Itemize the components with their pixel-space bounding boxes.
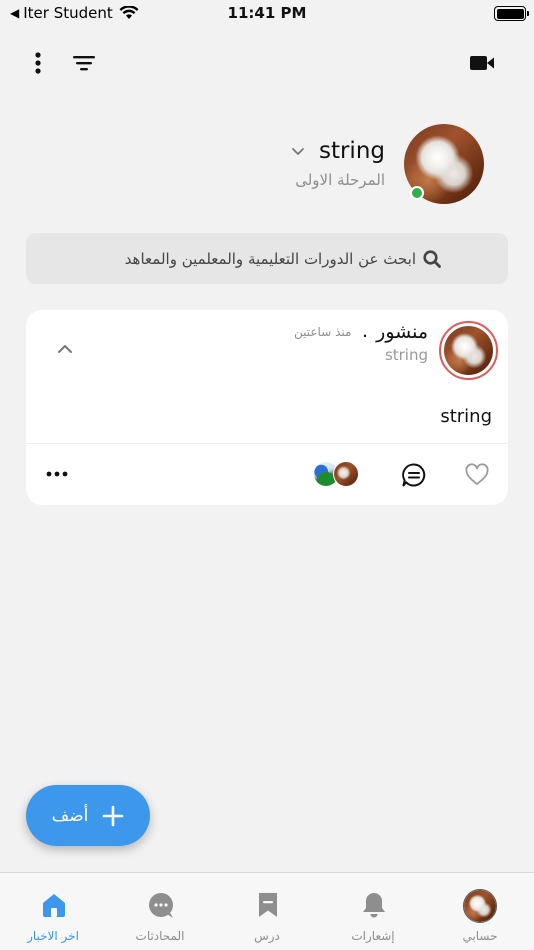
tab-news[interactable]: اخر الاخبار [0,873,106,950]
search-placeholder: ابحث عن الدورات التعليمية والمعلمين والم… [124,249,416,268]
post-timestamp: منذ ساعتين [294,325,352,339]
post-separator: . [362,320,369,342]
avatar [463,889,497,923]
profile-name[interactable]: string [319,138,385,164]
online-status-dot [410,186,424,200]
filter-icon [73,56,95,71]
filter-button[interactable] [70,50,98,76]
chevron-up-icon[interactable] [54,340,76,358]
search-bar[interactable]: ابحث عن الدورات التعليمية والمعلمين والم… [26,233,508,284]
post-card: منشور . منذ ساعتين string string [26,310,508,505]
screen: ◀ Iter Student 11:41 PM string المرحلة ا… [0,0,534,950]
reactions-avatars[interactable] [313,461,361,489]
status-time: 11:41 PM [227,4,307,22]
more-horizontal-icon[interactable] [44,464,70,484]
avatar-photo [444,326,493,375]
chevron-down-icon[interactable] [290,144,306,158]
tab-notifications-label: إشعارات [351,929,395,943]
tab-news-label: اخر الاخبار [27,929,79,943]
plus-icon [103,805,124,826]
tab-chats-label: المحادثات [135,929,185,943]
avatar-photo [464,890,496,922]
search-icon [423,250,441,268]
more-options-button[interactable] [26,50,50,76]
post-body: string [440,406,492,427]
bookmark-icon [259,893,277,917]
tab-lesson[interactable]: درس [214,873,320,950]
home-icon [43,894,65,917]
tab-my-account[interactable]: حسابي [427,873,533,950]
divider [26,443,508,444]
add-button-label: أضف [51,805,89,826]
battery-icon [494,6,529,21]
add-button[interactable]: أضف [26,785,150,846]
video-camera-icon [470,56,494,70]
post-title: منشور [376,321,428,343]
more-vertical-icon [35,52,41,74]
tab-lesson-label: درس [254,929,280,943]
heart-icon[interactable] [464,462,490,488]
status-bar: ◀ Iter Student 11:41 PM [0,0,534,28]
post-author-name[interactable]: string [385,346,428,364]
post-author-avatar[interactable] [439,321,498,380]
tab-notifications[interactable]: إشعارات [320,873,426,950]
chat-bubble-icon [149,893,173,918]
bell-icon [363,893,385,918]
bottom-tab-bar: اخر الاخبار المحادثات درس إشعارات حسابي [0,872,534,950]
video-call-button[interactable] [466,50,498,76]
tab-my-account-label: حسابي [462,929,498,943]
profile-stage: المرحلة الاولى [295,171,385,189]
tab-chats[interactable]: المحادثات [107,873,213,950]
reactor-avatar [333,461,359,487]
comment-icon[interactable] [401,462,427,488]
profile-avatar[interactable] [404,124,484,204]
